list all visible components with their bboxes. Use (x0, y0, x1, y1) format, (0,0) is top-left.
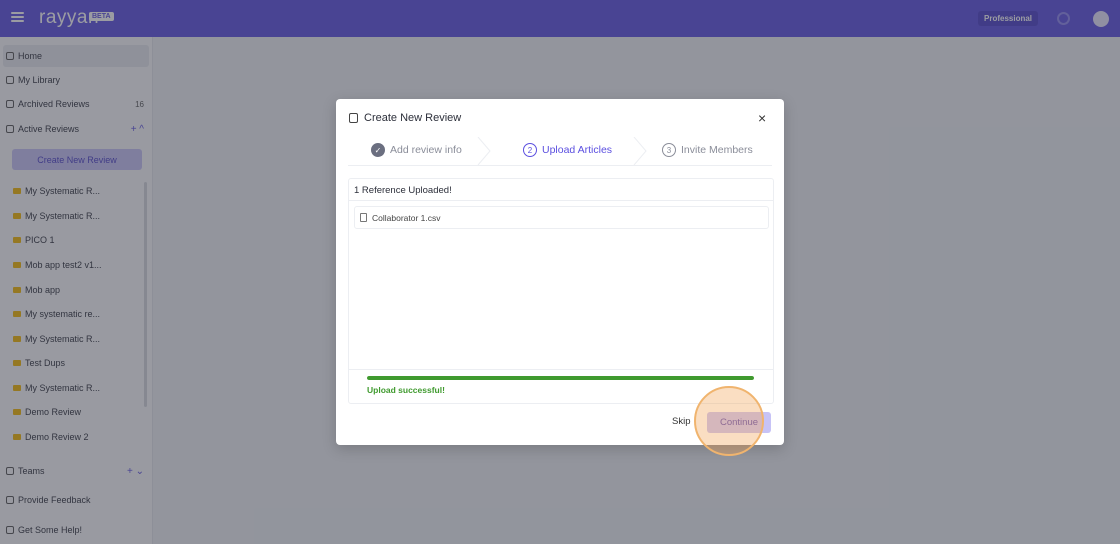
step-invite-members[interactable]: 3 Invite Members (662, 143, 753, 157)
file-icon (360, 213, 367, 222)
step-number: 2 (523, 143, 537, 157)
step-upload-articles[interactable]: 2 Upload Articles (523, 143, 612, 157)
stepper: ✓ Add review info 2 Upload Articles 3 In… (348, 136, 772, 166)
step-label: Add review info (390, 144, 462, 156)
step-label: Invite Members (681, 144, 753, 156)
file-name: Collaborator 1.csv (372, 212, 441, 223)
progress-fill (367, 376, 754, 380)
upload-progress-bar (367, 376, 754, 380)
click-highlight (694, 386, 764, 456)
step-label: Upload Articles (542, 144, 613, 156)
uploaded-count: 1 Reference Uploaded! (354, 185, 452, 196)
check-icon: ✓ (371, 143, 385, 157)
skip-button[interactable]: Skip (672, 416, 690, 427)
upload-status: Upload successful! (367, 385, 445, 395)
divider (349, 200, 773, 201)
step-number: 3 (662, 143, 676, 157)
step-add-review-info[interactable]: ✓ Add review info (371, 143, 462, 157)
divider (349, 369, 773, 370)
file-row[interactable]: Collaborator 1.csv (354, 206, 769, 229)
close-icon[interactable]: × (758, 110, 766, 126)
chevron-right-icon (632, 136, 648, 166)
file-add-icon (349, 113, 358, 123)
dialog-title: Create New Review (364, 112, 462, 124)
chevron-right-icon (476, 136, 492, 166)
upload-panel: 1 Reference Uploaded! Collaborator 1.csv… (348, 178, 774, 404)
